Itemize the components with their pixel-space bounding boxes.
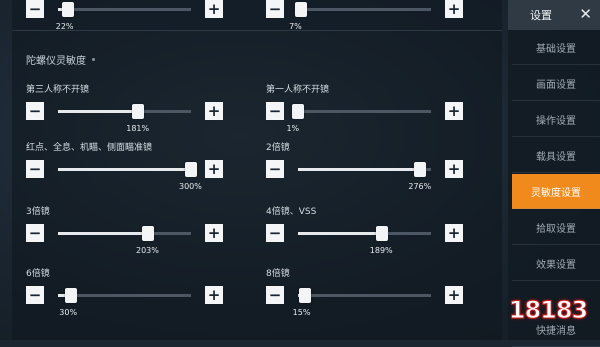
decrease-button[interactable]: − <box>26 0 44 18</box>
slider-track[interactable]: 276% <box>298 168 431 171</box>
slider-thumb[interactable] <box>132 104 144 119</box>
slider-label: 第三人称不开镜 <box>26 82 89 95</box>
slider-value-label: 30% <box>59 308 77 317</box>
sidebar-item-pickup[interactable]: 拾取设置 <box>512 210 600 245</box>
slider-label: 红点、全息、机瞄、侧面瞄准镜 <box>26 140 152 153</box>
increase-button[interactable]: + <box>205 224 223 242</box>
decrease-button[interactable]: − <box>266 224 284 242</box>
increase-button[interactable]: + <box>205 160 223 178</box>
slider-third-person: 第三人称不开镜 − 181% + <box>26 82 256 132</box>
decrease-button[interactable]: − <box>266 0 284 18</box>
slider-fill <box>58 232 148 235</box>
top-slider-right: − 7% + <box>266 0 496 30</box>
slider-red-dot: 红点、全息、机瞄、侧面瞄准镜 − 300% + <box>26 140 256 190</box>
sidebar-item-controls[interactable]: 操作设置 <box>512 102 600 137</box>
sidebar-item-graphics[interactable]: 画面设置 <box>512 66 600 101</box>
slider-fill <box>298 168 420 171</box>
slider-track[interactable]: 22% <box>58 8 191 11</box>
slider-value-label: 276% <box>408 182 431 191</box>
slider-label: 3倍镜 <box>26 204 50 217</box>
decrease-button[interactable]: − <box>26 286 44 304</box>
slider-track[interactable]: 181% <box>58 110 191 113</box>
sidebar-item-sensitivity[interactable]: 灵敏度设置 <box>512 174 600 209</box>
slider-thumb[interactable] <box>142 226 154 241</box>
slider-thumb[interactable] <box>299 288 311 303</box>
slider-track[interactable]: 1% <box>298 110 431 113</box>
slider-track[interactable]: 30% <box>58 294 191 297</box>
decrease-button[interactable]: − <box>266 160 284 178</box>
slider-track[interactable]: 7% <box>298 8 431 11</box>
decrease-button[interactable]: − <box>26 224 44 242</box>
decrease-button[interactable]: − <box>266 286 284 304</box>
slider-track[interactable]: 300% <box>58 168 191 171</box>
slider-2x-scope: 2倍镜 − 276% + <box>266 140 496 190</box>
slider-fill <box>58 110 138 113</box>
slider-label: 6倍镜 <box>26 266 50 279</box>
increase-button[interactable]: + <box>445 0 463 18</box>
increase-button[interactable]: + <box>205 102 223 120</box>
slider-track[interactable]: 203% <box>58 232 191 235</box>
slider-value-label: 1% <box>286 124 299 133</box>
slider-8x-scope: 8倍镜 − 15% + <box>266 266 496 316</box>
increase-button[interactable]: + <box>445 160 463 178</box>
slider-label: 第一人称不开镜 <box>266 82 329 95</box>
slider-value-label: 189% <box>370 246 393 255</box>
slider-value-label: 300% <box>179 182 202 191</box>
slider-label: 4倍镜、VSS <box>266 204 316 217</box>
slider-3x-scope: 3倍镜 − 203% + <box>26 204 256 254</box>
slider-label: 8倍镜 <box>266 266 290 279</box>
slider-thumb[interactable] <box>295 2 307 17</box>
increase-button[interactable]: + <box>205 286 223 304</box>
slider-fill <box>58 168 191 171</box>
sidebar-item-effects[interactable]: 效果设置 <box>512 246 600 281</box>
slider-thumb[interactable] <box>414 162 426 177</box>
increase-button[interactable]: + <box>205 0 223 18</box>
slider-thumb[interactable] <box>376 226 388 241</box>
slider-6x-scope: 6倍镜 − 30% + <box>26 266 256 316</box>
settings-sidebar: 设置 ✕ 基础设置 画面设置 操作设置 载具设置 灵敏度设置 拾取设置 效果设置… <box>508 0 600 340</box>
slider-label: 2倍镜 <box>266 140 290 153</box>
close-icon[interactable]: ✕ <box>579 5 592 23</box>
section-title: 陀螺仪灵敏度 <box>26 52 95 67</box>
sidebar-item-basic[interactable]: 基础设置 <box>512 30 600 65</box>
slider-fill <box>298 232 382 235</box>
slider-first-person: 第一人称不开镜 − 1% + <box>266 82 496 132</box>
slider-thumb[interactable] <box>185 162 197 177</box>
section-dot <box>92 58 95 61</box>
sidebar-title: 设置 <box>530 7 552 23</box>
slider-thumb[interactable] <box>65 288 77 303</box>
sidebar-header: 设置 ✕ <box>508 0 600 30</box>
slider-track[interactable]: 189% <box>298 232 431 235</box>
slider-thumb[interactable] <box>62 2 74 17</box>
increase-button[interactable]: + <box>445 286 463 304</box>
slider-value-label: 15% <box>293 308 311 317</box>
sidebar-item-vehicle[interactable]: 载具设置 <box>512 138 600 173</box>
decrease-button[interactable]: − <box>26 160 44 178</box>
increase-button[interactable]: + <box>445 102 463 120</box>
increase-button[interactable]: + <box>445 224 463 242</box>
slider-value-label: 203% <box>136 246 159 255</box>
slider-thumb[interactable] <box>292 104 304 119</box>
slider-value-label: 22% <box>56 22 74 31</box>
top-slider-left: − 22% + <box>26 0 256 30</box>
slider-value-label: 7% <box>289 22 302 31</box>
slider-value-label: 181% <box>126 124 149 133</box>
slider-4x-scope: 4倍镜、VSS − 189% + <box>266 204 496 254</box>
slider-track[interactable]: 15% <box>298 294 431 297</box>
decrease-button[interactable]: − <box>26 102 44 120</box>
decrease-button[interactable]: − <box>266 102 284 120</box>
site-watermark-logo: 18183 <box>498 290 598 330</box>
